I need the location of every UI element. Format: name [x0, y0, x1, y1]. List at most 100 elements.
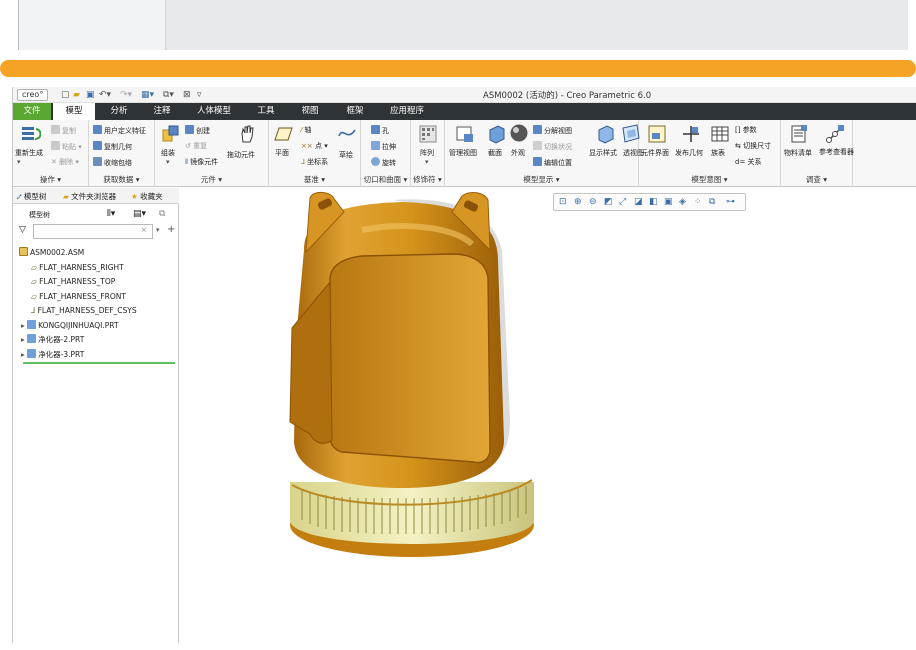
drag-component-button[interactable]: 拖动元件 [227, 150, 255, 160]
add-filter-icon[interactable]: + [167, 224, 175, 235]
relations-button[interactable]: d= 关系 [735, 157, 762, 167]
assemble-dropdown-icon[interactable]: ▾ [166, 158, 170, 166]
group-investigate-label[interactable]: 调查 ▾ [781, 174, 852, 185]
tree-item-part-1[interactable]: ▸ KONGQIJINHUAQI.PRT [21, 319, 187, 333]
open-folder-icon[interactable]: ▰ [73, 89, 80, 101]
tree-item-asm[interactable]: ASM0002.ASM [19, 246, 185, 260]
copy-button[interactable]: 复制 [51, 125, 76, 136]
publish-geometry-button[interactable]: 发布几何 [675, 148, 703, 158]
insert-here-marker[interactable] [23, 362, 175, 364]
mirror-component-button[interactable]: ⫴ 镜像元件 [185, 157, 218, 167]
new-file-icon[interactable]: ▢ [61, 89, 70, 101]
pattern-button[interactable]: 阵列 [420, 148, 434, 158]
manage-views-button[interactable]: 管理视图 [449, 148, 477, 158]
quick-access-menu-icon[interactable]: ▿ [197, 89, 202, 101]
parameters-button[interactable]: [] 参数 [735, 125, 757, 135]
redo-icon[interactable]: ↷▾ [120, 89, 132, 101]
tab-manikin[interactable]: 人体模型 [191, 103, 237, 120]
tree-columns-icon[interactable]: ▤▾ [133, 209, 146, 219]
create-component-button[interactable]: 创建 [185, 125, 210, 136]
group-model-intent-label[interactable]: 模型意图 ▾ [639, 174, 780, 185]
tree-settings-icon[interactable]: ⫴▾ [107, 209, 115, 219]
perspective-view-icon[interactable]: ◈ [679, 198, 688, 207]
component-interface-button[interactable]: 元件界面 [641, 148, 669, 158]
group-component-label[interactable]: 元件 ▾ [155, 174, 268, 185]
paste-button[interactable]: 粘贴 ▾ [51, 141, 82, 152]
group-datum-label[interactable]: 基准 ▾ [269, 174, 360, 185]
windows-icon[interactable]: ⧉▾ [163, 89, 174, 101]
udf-button[interactable]: 用户定义特征 [93, 125, 146, 136]
tab-folder-browser[interactable]: ▰ 文件夹浏览器 [63, 191, 116, 202]
plane-button[interactable]: 平面 [275, 148, 289, 158]
regenerate-button[interactable]: 重新生成 [15, 148, 43, 158]
search-dropdown-icon[interactable]: ▾ [156, 226, 160, 234]
edit-position-button[interactable]: 编辑位置 [533, 157, 572, 168]
tree-item-csys[interactable]: ⅃ FLAT_HARNESS_DEF_CSYS [31, 304, 197, 318]
toggle-state-button[interactable]: 切换状况 [533, 141, 572, 152]
tree-item-plane-top[interactable]: ▱ FLAT_HARNESS_TOP [31, 275, 197, 289]
tab-model[interactable]: 模型 [53, 103, 95, 120]
pattern-dropdown-icon[interactable]: ▾ [425, 158, 429, 166]
tab-view[interactable]: 视图 [293, 103, 327, 120]
extrude-button[interactable]: 拉伸 [371, 141, 396, 152]
regenerate-dropdown-icon[interactable]: ▾ [17, 158, 21, 166]
section-button[interactable]: 截面 [488, 148, 502, 158]
save-icon[interactable]: ▣ [86, 89, 95, 101]
tab-analysis[interactable]: 分析 [101, 103, 137, 120]
tab-model-tree[interactable]: ⑇ 模型树 [17, 191, 46, 202]
assemble-button[interactable]: 组装 [161, 148, 175, 158]
hole-button[interactable]: 孔 [371, 125, 389, 136]
delete-button[interactable]: ✕ 删除 ▾ [51, 157, 79, 167]
tree-item-part-2[interactable]: ▸ 净化器-2.PRT [21, 333, 187, 347]
perspective-icon [622, 124, 640, 143]
group-operations-label[interactable]: 操作 ▾ [13, 174, 88, 185]
tab-applications[interactable]: 应用程序 [383, 103, 431, 120]
tab-annotate[interactable]: 注释 [145, 103, 179, 120]
tab-favorites[interactable]: ★ 收藏夹 [131, 191, 163, 202]
group-get-data-label[interactable]: 获取数据 ▾ [89, 174, 154, 185]
tab-file[interactable]: 文件 [13, 103, 51, 120]
regenerate-quick-icon[interactable]: ▦▾ [141, 89, 154, 101]
tree-item-plane-right[interactable]: ▱ FLAT_HARNESS_RIGHT [31, 261, 197, 275]
graphics-window[interactable]: ⊡ ⊕ ⊖ ◩ ⤢ ◪ ◧ ▣ ◈ ⁘ ⧉ ⊶ [180, 188, 916, 643]
display-style-button[interactable]: 显示样式 [589, 148, 617, 158]
view-manager-icon[interactable]: ◧ [649, 198, 658, 207]
saved-orientations-icon[interactable]: ◪ [634, 198, 643, 207]
datum-display-icon[interactable]: ⁘ [694, 198, 703, 207]
purifier-assembly-model[interactable] [252, 190, 542, 570]
appearance-button[interactable]: 外观 [511, 148, 525, 158]
clear-search-icon[interactable]: × [141, 226, 147, 234]
repeat-button[interactable]: ↺ 重复 [185, 141, 207, 151]
close-window-icon[interactable]: ⊠ [183, 89, 191, 101]
tree-item-plane-front[interactable]: ▱ FLAT_HARNESS_FRONT [31, 290, 197, 304]
group-modifiers-label[interactable]: 修饰符 ▾ [411, 174, 444, 185]
display-style-view-icon[interactable]: ▣ [664, 198, 673, 207]
shrinkwrap-button[interactable]: 收缩包络 [93, 157, 132, 168]
csys-button[interactable]: ⅃ 坐标系 [301, 157, 328, 167]
spin-center-icon[interactable]: ⊶ [726, 198, 735, 207]
family-table-button[interactable]: 族表 [711, 148, 725, 158]
explode-view-button[interactable]: 分解视图 [533, 125, 572, 136]
group-cut-surface-label[interactable]: 切口和曲面 ▾ [361, 174, 410, 185]
zoom-in-icon[interactable]: ⊕ [574, 198, 583, 207]
sketch-button[interactable]: 草绘 [339, 150, 353, 160]
bom-button[interactable]: 物料清单 [784, 148, 812, 158]
tab-framework[interactable]: 框架 [337, 103, 373, 120]
repaint-icon[interactable]: ◩ [604, 198, 613, 207]
tree-expand-icon[interactable]: ⧉ [159, 209, 165, 219]
tree-search-input[interactable] [33, 224, 153, 239]
reference-viewer-button[interactable]: 参考查看器 [819, 148, 854, 157]
point-button[interactable]: ×× 点 ▾ [301, 141, 328, 151]
zoom-out-icon[interactable]: ⊖ [589, 198, 598, 207]
revolve-button[interactable]: 旋转 [371, 157, 396, 168]
group-model-display-label[interactable]: 模型显示 ▾ [445, 174, 638, 185]
refit-icon[interactable]: ⊡ [559, 198, 568, 207]
annotation-display-icon[interactable]: ⧉ [709, 198, 718, 207]
switch-dimensions-button[interactable]: ⇆ 切换尺寸 [735, 141, 771, 151]
undo-icon[interactable]: ↶▾ [99, 89, 111, 101]
tree-item-part-3[interactable]: ▸ 净化器-3.PRT [21, 348, 187, 362]
tab-tools[interactable]: 工具 [249, 103, 283, 120]
reorient-icon[interactable]: ⤢ [619, 198, 628, 207]
axis-button[interactable]: ⁄ 轴 [301, 125, 311, 135]
copy-geometry-button[interactable]: 复制几何 [93, 141, 132, 152]
